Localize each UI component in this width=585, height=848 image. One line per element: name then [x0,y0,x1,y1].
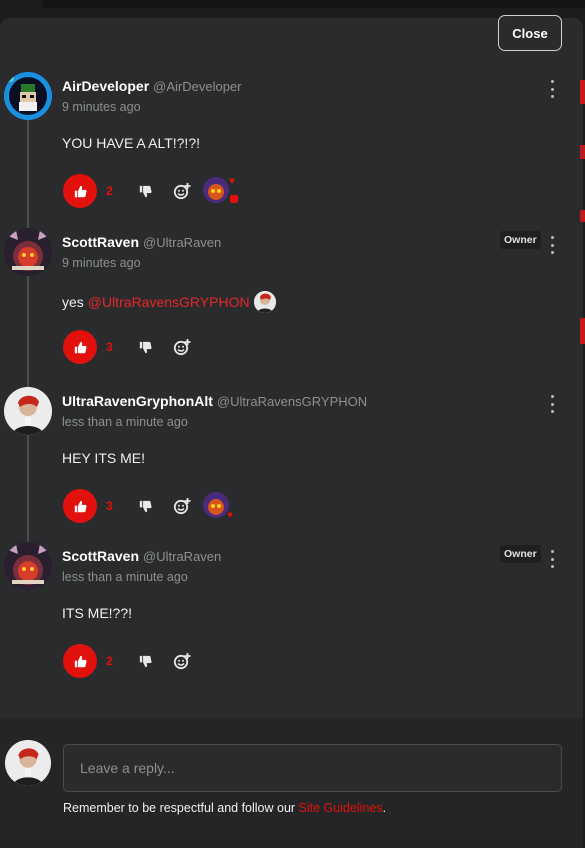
thumbs-down-icon [139,655,152,667]
like-count: 2 [106,654,113,668]
heart-icon: ♥ [227,510,233,521]
comment-text: YOU HAVE A ALT!?!?! [62,135,200,151]
like-button[interactable] [63,330,97,364]
dislike-button[interactable] [130,176,160,206]
like-button[interactable] [63,644,97,678]
comment-actions: 2 [63,644,197,678]
kebab-menu-icon[interactable] [548,550,556,568]
reaction-chip[interactable]: ♥ [203,492,233,521]
comment: AirDeveloper @AirDeveloper 9 minutes ago … [0,72,583,222]
timestamp: 9 minutes ago [62,256,141,270]
like-count: 2 [106,184,113,198]
comment: ScottRaven @UltraRaven less than a minute… [0,542,583,692]
avatar[interactable] [4,387,52,435]
site-guidelines-link[interactable]: Site Guidelines [299,801,383,815]
thumbs-up-icon [74,185,87,197]
dislike-button[interactable] [130,646,160,676]
thumbs-up-icon [74,341,87,353]
comment-actions: 2 ♥ [63,174,238,208]
owner-badge: Owner [500,231,541,249]
comment-actions: 3 ♥ [63,489,233,523]
reaction-chip[interactable]: ♥ [203,177,238,205]
timestamp: less than a minute ago [62,415,188,429]
thumbs-down-icon [139,341,152,353]
kebab-menu-icon[interactable] [548,236,556,254]
like-count: 3 [106,499,113,513]
mention-link[interactable]: @UltraRavensGRYPHON [88,294,250,310]
thumbs-down-icon [139,185,152,197]
add-reaction-button[interactable] [167,332,197,362]
comment-text: yes @UltraRavensGRYPHON [62,291,276,313]
author-name[interactable]: UltraRavenGryphonAlt @UltraRavensGRYPHON [62,393,367,409]
comment-actions: 3 [63,330,197,364]
thumbs-down-icon [139,500,152,512]
author-name[interactable]: ScottRaven @UltraRaven [62,548,221,564]
comment-text: ITS ME!??! [62,605,133,621]
kebab-menu-icon[interactable] [548,80,556,98]
add-reaction-icon [173,653,191,670]
author-name[interactable]: ScottRaven @UltraRaven [62,234,221,250]
top-strip [42,0,585,8]
mention-avatar [253,291,276,313]
dislike-button[interactable] [130,491,160,521]
timestamp: 9 minutes ago [62,100,141,114]
like-button[interactable] [63,489,97,523]
guidelines-notice: Remember to be respectful and follow our… [63,801,387,815]
reply-input[interactable] [63,744,562,792]
dislike-button[interactable] [130,332,160,362]
add-reaction-icon [173,498,191,515]
timestamp: less than a minute ago [62,570,188,584]
author-handle: @UltraRaven [143,235,222,250]
like-count: 3 [106,340,113,354]
red-square-icon [230,195,238,203]
add-reaction-icon [173,339,191,356]
comment: UltraRavenGryphonAlt @UltraRavensGRYPHON … [0,387,583,537]
author-handle: @AirDeveloper [153,79,242,94]
current-user-avatar [5,740,51,786]
thumbs-up-icon [74,655,87,667]
comment: ScottRaven @UltraRaven 9 minutes ago Owne… [0,228,583,378]
kebab-menu-icon[interactable] [548,395,556,413]
like-button[interactable] [63,174,97,208]
add-reaction-icon [173,183,191,200]
avatar[interactable] [4,72,52,120]
author-handle: @UltraRaven [143,549,222,564]
author-name[interactable]: AirDeveloper @AirDeveloper [62,78,242,94]
owner-badge: Owner [500,545,541,563]
avatar[interactable] [4,542,52,590]
close-button[interactable]: Close [498,15,562,51]
add-reaction-button[interactable] [167,646,197,676]
add-reaction-button[interactable] [167,176,197,206]
add-reaction-button[interactable] [167,491,197,521]
thumbs-up-icon [74,500,87,512]
comment-text: HEY ITS ME! [62,450,145,466]
avatar[interactable] [4,228,52,276]
heart-icon: ♥ [229,176,235,187]
author-handle: @UltraRavensGRYPHON [216,394,368,409]
